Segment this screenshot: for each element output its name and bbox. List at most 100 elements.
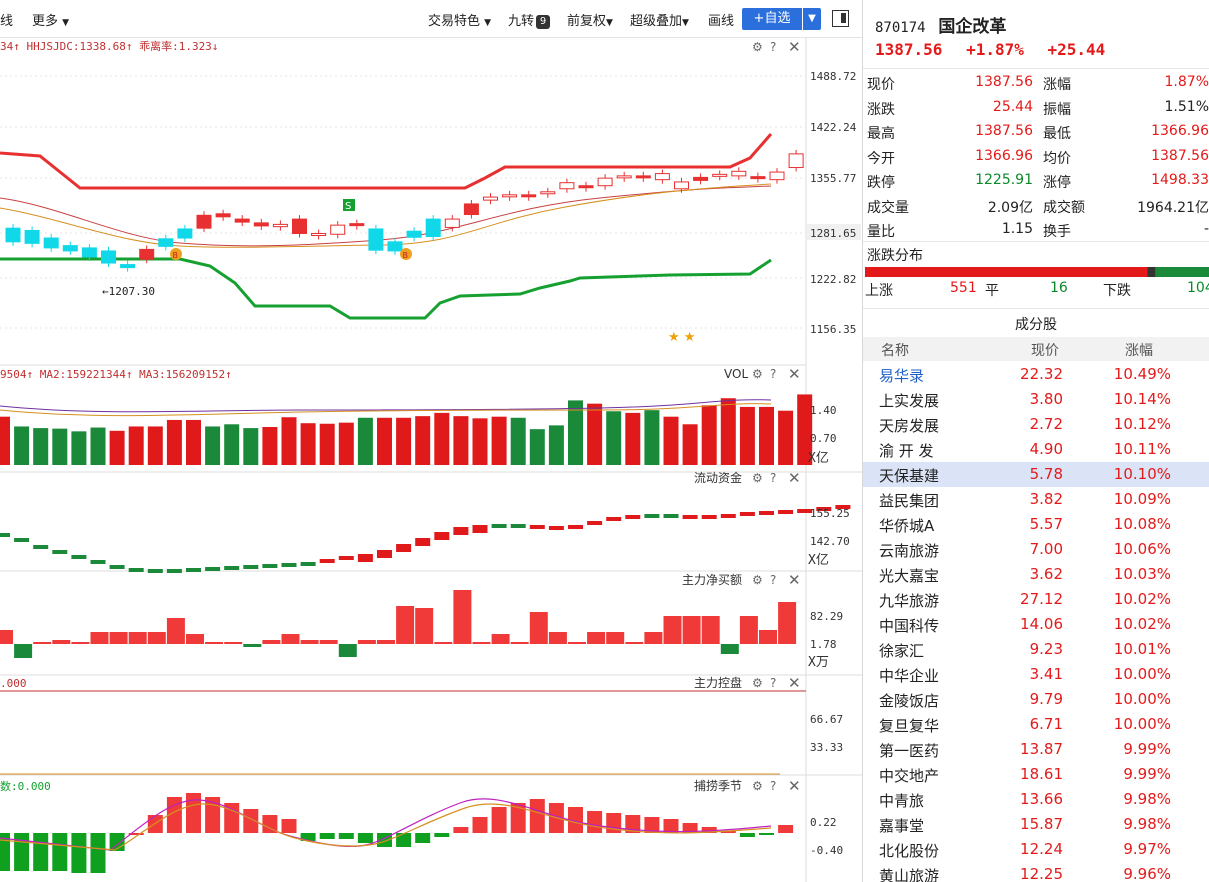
- component-row[interactable]: 中交地产 18.61 9.99%: [863, 762, 1209, 787]
- season-bar: [33, 833, 49, 871]
- help-icon[interactable]: ?: [770, 40, 776, 54]
- settings-icon[interactable]: ⚙: [752, 779, 763, 793]
- component-row[interactable]: 上实发展 3.80 10.14%: [863, 387, 1209, 412]
- components-table-header: 名称 现价 涨幅: [863, 337, 1209, 361]
- volume-bar: [243, 428, 259, 465]
- add-watchlist-button[interactable]: +自选: [742, 8, 802, 30]
- overlay-label: 超级叠加: [630, 14, 683, 29]
- index-name: 国企改革: [938, 17, 1007, 37]
- candle-body: [483, 196, 498, 201]
- close-icon[interactable]: ✕: [788, 469, 801, 487]
- control-y-axis: 66.67 33.33: [810, 713, 843, 754]
- component-row[interactable]: 北化股份 12.24 9.97%: [863, 837, 1209, 862]
- volume-bar: [33, 428, 49, 465]
- net-buy-bar: [71, 642, 90, 644]
- component-row[interactable]: 天房发展 2.72 10.12%: [863, 412, 1209, 437]
- help-icon[interactable]: ?: [770, 471, 776, 485]
- settings-icon[interactable]: ⚙: [752, 367, 763, 381]
- component-row[interactable]: 复旦复华 6.71 10.00%: [863, 712, 1209, 737]
- col-header-name[interactable]: 名称: [881, 340, 909, 360]
- component-row[interactable]: 嘉事堂 15.87 9.98%: [863, 812, 1209, 837]
- close-icon[interactable]: ✕: [788, 674, 801, 692]
- volume-bar: [52, 428, 68, 465]
- main-panel-controls: ⚙ ? ✕: [752, 38, 801, 56]
- volume-bar: [701, 405, 717, 465]
- stock-change: 9.99%: [1123, 740, 1171, 758]
- net-buy-bar: [338, 644, 357, 657]
- watchlist-dropdown-button[interactable]: ▼: [803, 8, 821, 30]
- component-row[interactable]: 黄山旅游 12.25 9.96%: [863, 862, 1209, 882]
- component-row[interactable]: 中国科传 14.06 10.02%: [863, 612, 1209, 637]
- component-row[interactable]: 金陵饭店 9.79 10.00%: [863, 687, 1209, 712]
- component-row[interactable]: 华侨城A 5.57 10.08%: [863, 512, 1209, 537]
- season-bar: [71, 833, 87, 873]
- season-bar: [396, 833, 412, 847]
- component-row[interactable]: 中青旅 13.66 9.98%: [863, 787, 1209, 812]
- stock-price: 15.87: [1020, 815, 1063, 833]
- close-icon[interactable]: ✕: [788, 571, 801, 589]
- season-bar: [14, 833, 30, 871]
- component-row[interactable]: 徐家汇 9.23 10.01%: [863, 637, 1209, 662]
- current-price: 1387.56: [875, 40, 943, 59]
- stock-change: 10.00%: [1113, 690, 1171, 708]
- help-icon[interactable]: ?: [770, 779, 776, 793]
- component-row[interactable]: 云南旅游 7.00 10.06%: [863, 537, 1209, 562]
- trade-feature-menu[interactable]: 交易特色 ▼: [428, 10, 491, 29]
- close-icon[interactable]: ✕: [788, 777, 801, 795]
- help-icon[interactable]: ?: [770, 676, 776, 690]
- net-panel-label: 主力净买额: [682, 573, 742, 587]
- help-icon[interactable]: ?: [770, 367, 776, 381]
- settings-icon[interactable]: ⚙: [752, 471, 763, 485]
- stock-price: 9.23: [1029, 640, 1063, 658]
- quote-value: 1366.96: [1151, 123, 1209, 139]
- candle-body: [272, 223, 288, 228]
- component-row[interactable]: 中华企业 3.41 10.00%: [863, 662, 1209, 687]
- chart-area[interactable]: 34↑ HHJSJDC:1338.68↑ 乖离率:1.323↓ ⚙ ? ✕ 14…: [0, 38, 862, 882]
- close-icon[interactable]: ✕: [788, 38, 801, 56]
- component-row[interactable]: 天保基建 5.78 10.10%: [863, 462, 1209, 487]
- period-tab-line[interactable]: 线: [0, 10, 13, 29]
- more-menu[interactable]: 更多 ▼: [32, 10, 69, 29]
- settings-icon[interactable]: ⚙: [752, 573, 763, 587]
- stock-name: 渝 开 发: [879, 442, 934, 460]
- flow-segment: [396, 544, 412, 552]
- flow-segment: [90, 560, 106, 564]
- component-row[interactable]: 易华录 22.32 10.49%: [863, 362, 1209, 387]
- candle-body: [139, 248, 155, 260]
- toggle-panel-icon[interactable]: [832, 10, 849, 27]
- volume-bar: [357, 417, 373, 465]
- volume-bar: [224, 424, 240, 465]
- stock-change: 9.99%: [1123, 765, 1171, 783]
- component-row[interactable]: 九华旅游 27.12 10.02%: [863, 587, 1209, 612]
- help-icon[interactable]: ?: [770, 573, 776, 587]
- quote-row: 最高 1387.56 最低 1366.96: [863, 119, 1209, 143]
- unit-label: X亿: [808, 553, 829, 568]
- candle-body: [62, 245, 78, 252]
- net-buy-bar: [587, 632, 606, 644]
- jiuzhuan-button[interactable]: 九转 9: [508, 10, 551, 29]
- stock-change: 10.00%: [1113, 665, 1171, 683]
- volume-bar: [663, 416, 679, 465]
- quote-label: 涨幅: [1043, 77, 1071, 93]
- component-row[interactable]: 益民集团 3.82 10.09%: [863, 487, 1209, 512]
- close-icon[interactable]: ✕: [788, 365, 801, 383]
- component-row[interactable]: 第一医药 13.87 9.99%: [863, 737, 1209, 762]
- component-row[interactable]: 渝 开 发 4.90 10.11%: [863, 437, 1209, 462]
- candle-body: [406, 230, 422, 238]
- component-row[interactable]: 光大嘉宝 3.62 10.03%: [863, 562, 1209, 587]
- vol-panel-label: VOL: [724, 367, 748, 381]
- stock-name: 中青旅: [879, 792, 925, 810]
- flow-segment: [205, 567, 221, 571]
- flow-segment: [682, 515, 698, 519]
- settings-icon[interactable]: ⚙: [752, 40, 763, 54]
- volume-bar: [778, 410, 794, 465]
- stock-change: 9.96%: [1123, 865, 1171, 882]
- net-buy-bar: [166, 618, 185, 644]
- flow-segment: [224, 566, 240, 570]
- settings-icon[interactable]: ⚙: [752, 676, 763, 690]
- draw-line-button[interactable]: 画线: [708, 10, 734, 29]
- col-header-pct[interactable]: 涨幅: [1125, 340, 1153, 360]
- overlay-menu[interactable]: 超级叠加▼: [630, 10, 689, 29]
- col-header-price[interactable]: 现价: [1031, 340, 1059, 360]
- adjust-menu[interactable]: 前复权▼: [567, 10, 613, 29]
